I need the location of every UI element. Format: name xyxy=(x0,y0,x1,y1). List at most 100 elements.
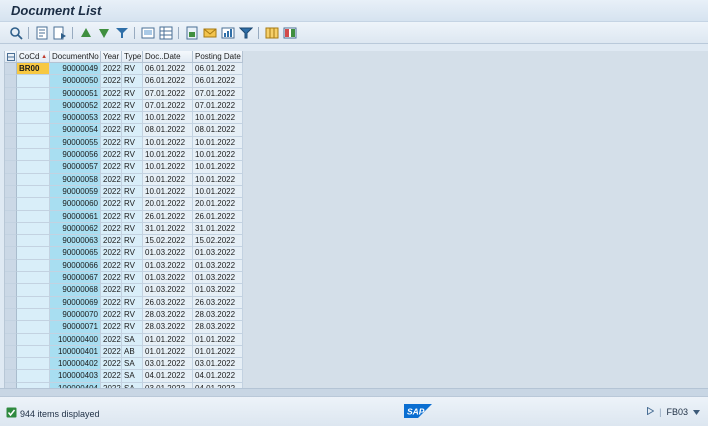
table-row[interactable]: 90000068 2022 RV 01.03.2022 01.03.2022 xyxy=(5,284,243,297)
row-selector[interactable] xyxy=(5,198,17,211)
row-selector[interactable] xyxy=(5,63,17,76)
cell-docno[interactable]: 90000068 xyxy=(50,284,101,297)
choose-icon[interactable] xyxy=(282,25,298,41)
cell-docno[interactable]: 100000401 xyxy=(50,345,101,359)
select-all-icon[interactable] xyxy=(5,51,17,63)
table-row[interactable]: 90000058 2022 RV 10.01.2022 10.01.2022 xyxy=(5,173,243,186)
table-row[interactable]: 90000065 2022 RV 01.03.2022 01.03.2022 xyxy=(5,247,243,260)
chevron-down-icon[interactable] xyxy=(693,407,700,417)
cell-docno[interactable]: 90000063 xyxy=(50,235,101,248)
row-selector[interactable] xyxy=(5,358,17,371)
cell-docno[interactable]: 90000066 xyxy=(50,259,101,273)
row-selector[interactable] xyxy=(5,259,17,273)
table-row[interactable]: 90000059 2022 RV 10.01.2022 10.01.2022 xyxy=(5,185,243,199)
cell-docno[interactable]: 90000049 xyxy=(50,63,101,76)
row-selector[interactable] xyxy=(5,321,17,334)
table-row[interactable]: 90000051 2022 RV 07.01.2022 07.01.2022 xyxy=(5,87,243,100)
cell-docno[interactable]: 100000400 xyxy=(50,333,101,346)
row-selector[interactable] xyxy=(5,161,17,174)
sort-descending-icon[interactable] xyxy=(96,25,112,41)
table-row[interactable]: 90000055 2022 RV 10.01.2022 10.01.2022 xyxy=(5,136,243,150)
table-row[interactable]: 90000061 2022 RV 26.01.2022 26.01.2022 xyxy=(5,210,243,223)
details-icon[interactable] xyxy=(8,25,24,41)
cell-docno[interactable]: 90000060 xyxy=(50,198,101,211)
row-selector[interactable] xyxy=(5,87,17,100)
table-row[interactable]: 90000050 2022 RV 06.01.2022 06.01.2022 xyxy=(5,75,243,88)
row-selector[interactable] xyxy=(5,272,17,285)
row-selector[interactable] xyxy=(5,296,17,309)
cell-docno[interactable]: 90000054 xyxy=(50,124,101,137)
cell-docno[interactable]: 90000059 xyxy=(50,185,101,199)
row-selector[interactable] xyxy=(5,370,17,383)
table-row[interactable]: 90000053 2022 RV 10.01.2022 10.01.2022 xyxy=(5,112,243,125)
change-layout-icon[interactable] xyxy=(264,25,280,41)
row-selector[interactable] xyxy=(5,75,17,88)
cell-docno[interactable]: 90000056 xyxy=(50,149,101,162)
cell-docno[interactable]: 90000055 xyxy=(50,136,101,150)
sort-ascending-icon[interactable] xyxy=(78,25,94,41)
table-row[interactable]: 100000400 2022 SA 01.01.2022 01.01.2022 xyxy=(5,333,243,346)
cell-docno[interactable]: 90000061 xyxy=(50,210,101,223)
cell-docno[interactable]: 100000403 xyxy=(50,370,101,383)
cell-docno[interactable]: 90000067 xyxy=(50,272,101,285)
row-selector[interactable] xyxy=(5,136,17,150)
horizontal-scrollbar[interactable] xyxy=(0,388,708,396)
graphic-icon[interactable] xyxy=(238,25,254,41)
row-selector[interactable] xyxy=(5,235,17,248)
filter-icon[interactable] xyxy=(114,25,130,41)
row-selector[interactable] xyxy=(5,99,17,113)
column-header-type[interactable]: Type xyxy=(122,51,143,63)
cell-docno[interactable]: 90000051 xyxy=(50,87,101,100)
table-row[interactable]: 100000402 2022 SA 03.01.2022 03.01.2022 xyxy=(5,358,243,371)
table-row[interactable]: 100000401 2022 AB 01.01.2022 01.01.2022 xyxy=(5,345,243,359)
cell-docno[interactable]: 100000402 xyxy=(50,358,101,371)
row-selector[interactable] xyxy=(5,308,17,322)
row-selector[interactable] xyxy=(5,112,17,125)
table-row[interactable]: 90000070 2022 RV 28.03.2022 28.03.2022 xyxy=(5,308,243,322)
row-selector[interactable] xyxy=(5,333,17,346)
column-header-year[interactable]: Year xyxy=(101,51,122,63)
table-row[interactable]: 100000403 2022 SA 04.01.2022 04.01.2022 xyxy=(5,370,243,383)
row-selector[interactable] xyxy=(5,185,17,199)
excel-export-icon[interactable] xyxy=(158,25,174,41)
play-icon[interactable] xyxy=(647,406,655,417)
row-selector[interactable] xyxy=(5,149,17,162)
column-header-doc-date[interactable]: Doc..Date xyxy=(143,51,193,63)
system-info[interactable]: | FB03 xyxy=(647,406,700,417)
row-selector[interactable] xyxy=(5,210,17,223)
abc-analysis-icon[interactable] xyxy=(220,25,236,41)
cell-docno[interactable]: 90000052 xyxy=(50,99,101,113)
row-selector[interactable] xyxy=(5,222,17,236)
table-row[interactable]: 90000066 2022 RV 01.03.2022 01.03.2022 xyxy=(5,259,243,273)
table-row[interactable]: 90000057 2022 RV 10.01.2022 10.01.2022 xyxy=(5,161,243,174)
row-selector[interactable] xyxy=(5,124,17,137)
cell-docno[interactable]: 90000058 xyxy=(50,173,101,186)
row-selector[interactable] xyxy=(5,173,17,186)
column-header-cocd[interactable]: CoCd ▲ xyxy=(17,51,50,63)
table-row[interactable]: 90000067 2022 RV 01.03.2022 01.03.2022 xyxy=(5,272,243,285)
cell-docno[interactable]: 90000050 xyxy=(50,75,101,88)
table-row[interactable]: 90000056 2022 RV 10.01.2022 10.01.2022 xyxy=(5,149,243,162)
local-file-icon[interactable] xyxy=(184,25,200,41)
choose-layout-icon[interactable] xyxy=(52,25,68,41)
row-selector[interactable] xyxy=(5,345,17,359)
cell-docno[interactable]: 90000071 xyxy=(50,321,101,334)
table-row[interactable]: 90000054 2022 RV 08.01.2022 08.01.2022 xyxy=(5,124,243,137)
cell-docno[interactable]: 90000069 xyxy=(50,296,101,309)
column-header-posting-date[interactable]: Posting Date xyxy=(193,51,243,63)
cell-docno[interactable]: 90000053 xyxy=(50,112,101,125)
table-row[interactable]: 90000069 2022 RV 26.03.2022 26.03.2022 xyxy=(5,296,243,309)
column-header-documentno[interactable]: DocumentNo xyxy=(50,51,101,63)
table-row[interactable]: BR00 90000049 2022 RV 06.01.2022 06.01.2022 xyxy=(5,63,243,76)
cell-docno[interactable]: 90000062 xyxy=(50,222,101,236)
row-selector[interactable] xyxy=(5,284,17,297)
cell-docno[interactable]: 90000070 xyxy=(50,308,101,322)
table-row[interactable]: 90000063 2022 RV 15.02.2022 15.02.2022 xyxy=(5,235,243,248)
mail-recipient-icon[interactable] xyxy=(202,25,218,41)
table-row[interactable]: 90000052 2022 RV 07.01.2022 07.01.2022 xyxy=(5,99,243,113)
table-row[interactable]: 90000060 2022 RV 20.01.2022 20.01.2022 xyxy=(5,198,243,211)
select-layout-icon[interactable] xyxy=(34,25,50,41)
row-selector[interactable] xyxy=(5,247,17,260)
print-preview-icon[interactable] xyxy=(140,25,156,41)
cell-docno[interactable]: 90000057 xyxy=(50,161,101,174)
